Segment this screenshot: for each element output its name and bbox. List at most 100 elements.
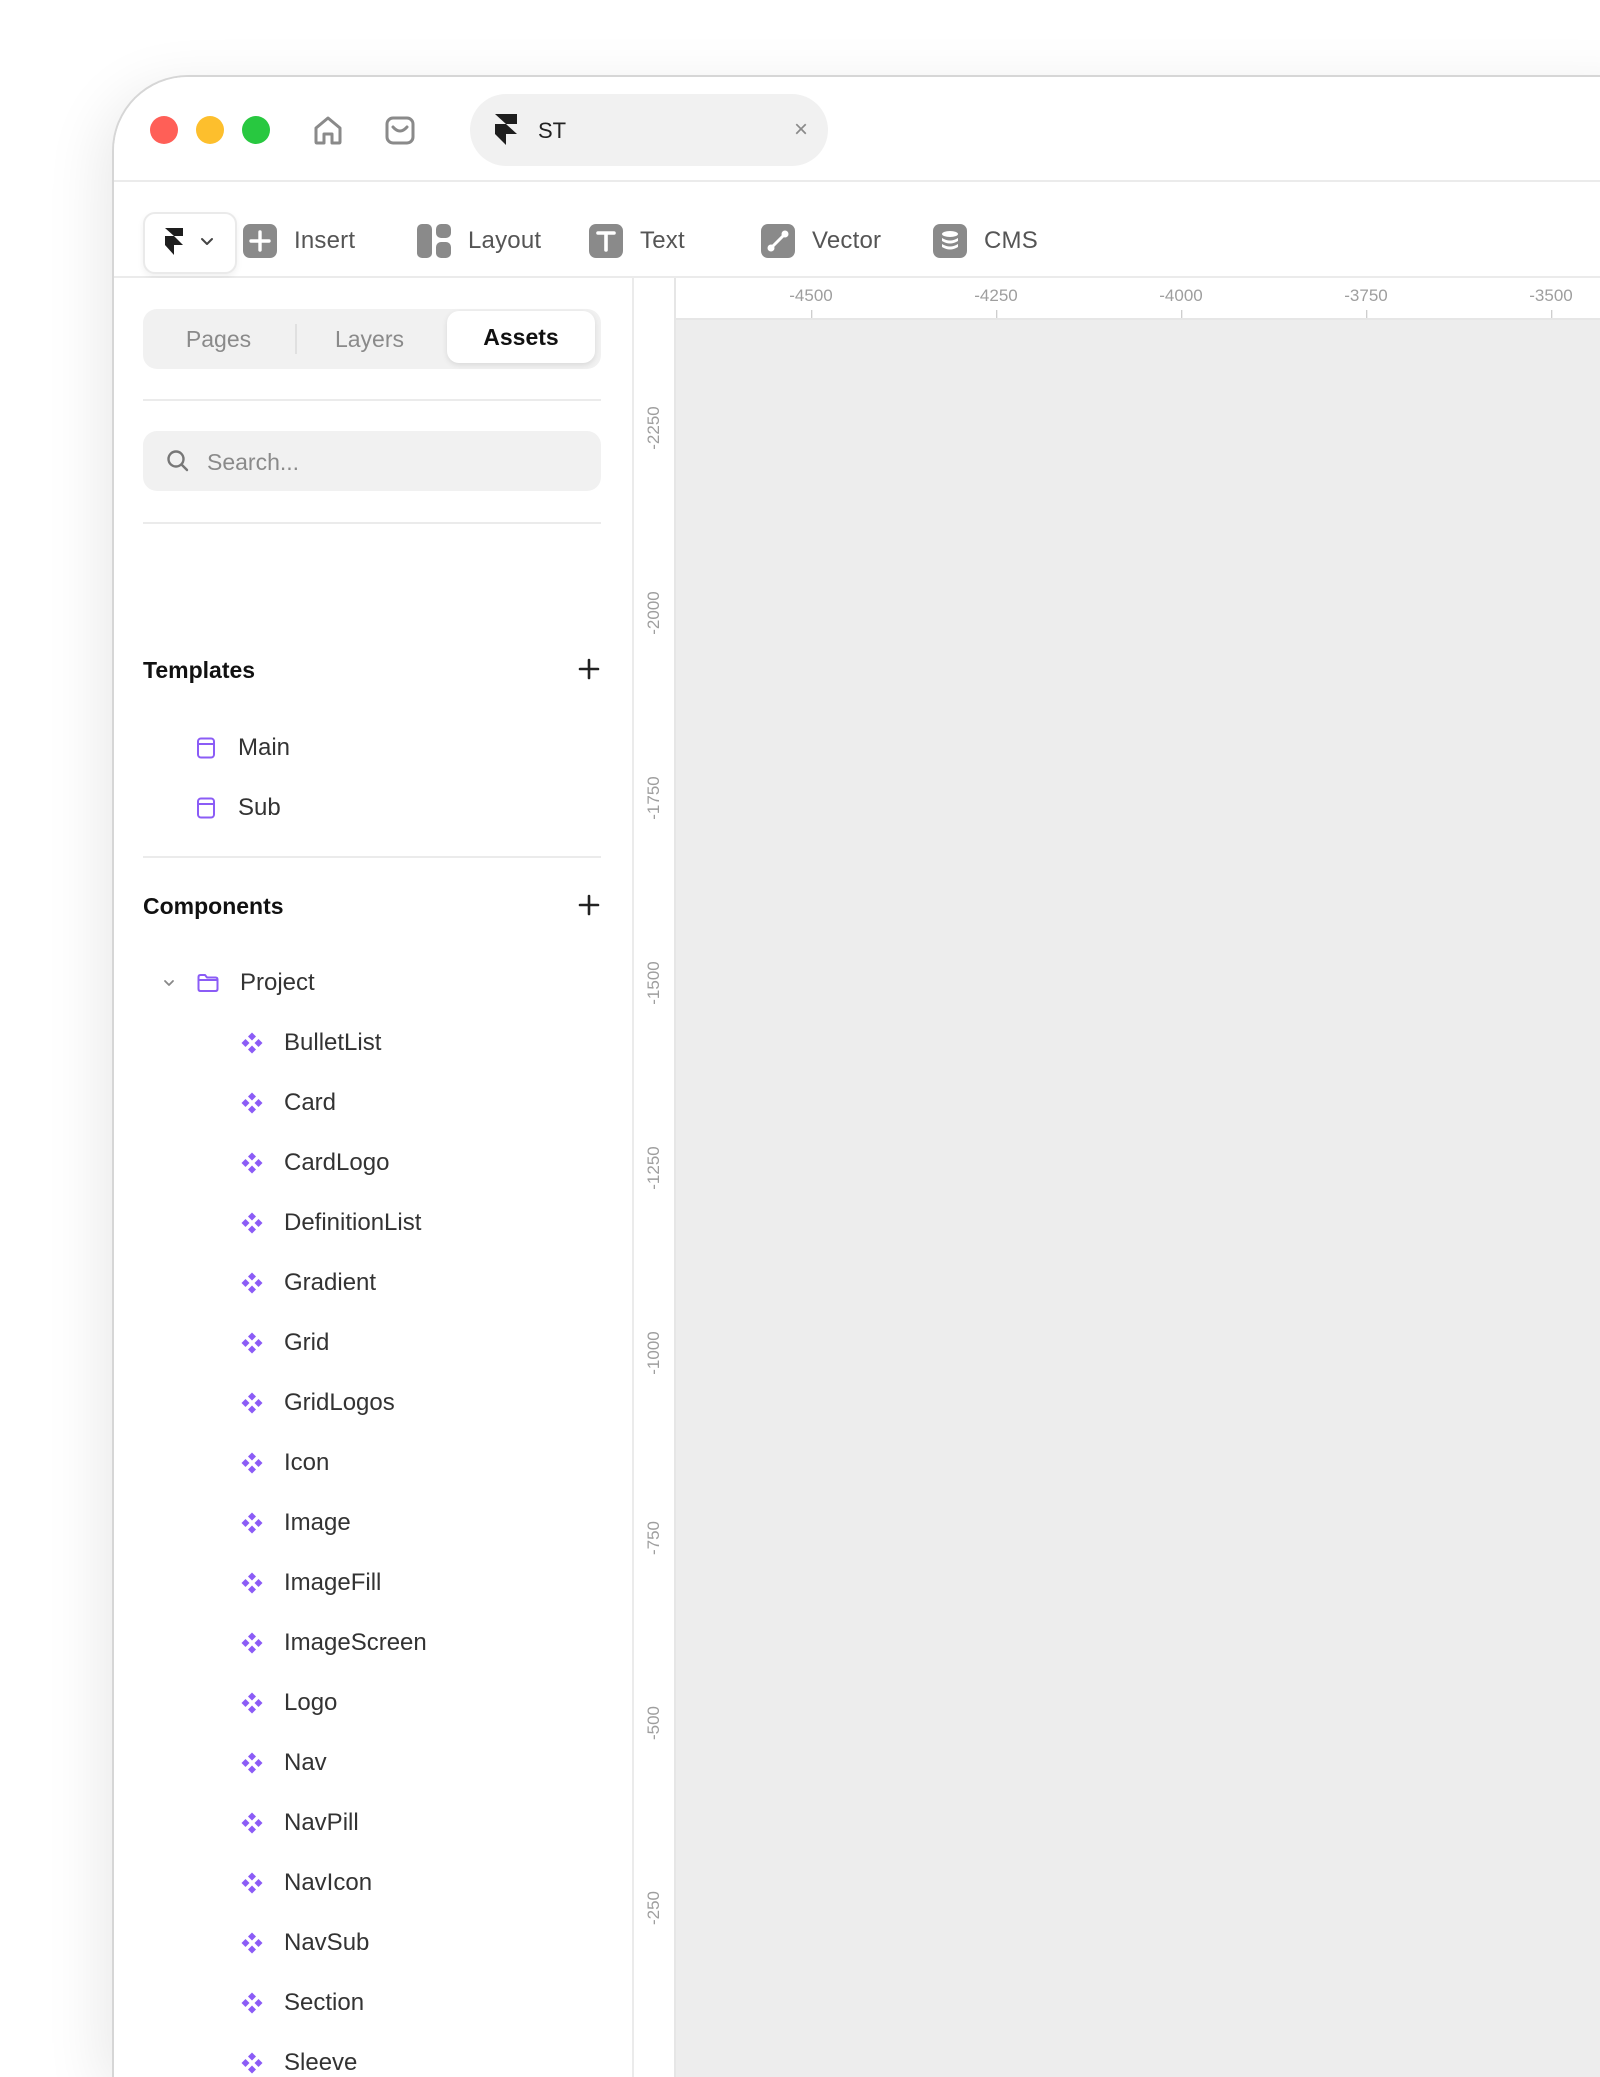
ruler-tick-label: -2250 xyxy=(644,406,663,450)
component-icon xyxy=(241,1332,263,1354)
component-icon xyxy=(241,1632,263,1654)
component-item-label: CardLogo xyxy=(284,1149,390,1176)
folder-icon xyxy=(197,974,219,992)
ruler-tick-label: -4500 xyxy=(789,286,833,318)
ruler-tick-label: -1250 xyxy=(644,1146,663,1190)
component-item[interactable]: GridLogos xyxy=(240,1383,395,1423)
toolbar-text-button[interactable]: Text xyxy=(588,221,685,261)
framer-logo-icon xyxy=(165,228,183,255)
ruler-tick-label: -500 xyxy=(644,1705,663,1741)
component-item[interactable]: Nav xyxy=(240,1743,327,1783)
app-window: ST × Insert Layout Text Vector CMS Pages… xyxy=(112,75,1600,2077)
add-component-icon[interactable] xyxy=(576,892,602,918)
component-item-label: NavPill xyxy=(284,1809,359,1836)
component-icon xyxy=(241,1932,263,1954)
component-item-label: Sleeve xyxy=(284,2049,358,2076)
toolbar-insert-button[interactable]: Insert xyxy=(242,221,355,261)
close-tab-icon[interactable]: × xyxy=(794,116,808,144)
close-window-button[interactable] xyxy=(150,116,178,144)
ruler-tick-label: -2000 xyxy=(644,591,663,635)
divider xyxy=(143,856,601,858)
component-icon xyxy=(241,1872,263,1894)
component-item-label: NavIcon xyxy=(284,1869,373,1896)
design-canvas[interactable]: -4750-4500-4250-4000-3750-3500 -2250-200… xyxy=(634,278,1600,2077)
component-icon xyxy=(241,1512,263,1534)
tab-assets[interactable]: Assets xyxy=(447,311,595,363)
ruler-tick-label: -1500 xyxy=(644,961,663,1005)
search-input[interactable] xyxy=(205,431,589,493)
components-title: Components xyxy=(143,893,284,919)
component-item[interactable]: ImageFill xyxy=(240,1563,381,1603)
ruler-tick-label: -4250 xyxy=(974,286,1018,318)
ruler-tick-label: -3750 xyxy=(1344,286,1388,318)
component-item-label: Image xyxy=(284,1509,351,1536)
component-icon xyxy=(241,1572,263,1594)
template-item-label: Main xyxy=(238,734,291,761)
component-item[interactable]: Gradient xyxy=(240,1263,376,1303)
document-tab[interactable]: ST × xyxy=(470,94,828,166)
template-item[interactable]: Sub xyxy=(194,788,281,828)
component-icon xyxy=(241,1452,263,1474)
component-item[interactable]: Grid xyxy=(240,1323,329,1363)
toolbar-vector-label: Vector xyxy=(812,227,882,254)
component-item-label: GridLogos xyxy=(284,1389,395,1416)
component-icon xyxy=(241,1152,263,1174)
component-item[interactable]: Section xyxy=(240,1983,364,2023)
component-icon xyxy=(241,1752,263,1774)
toolbar-vector-button[interactable]: Vector xyxy=(760,221,881,261)
component-item[interactable]: Icon xyxy=(240,1443,329,1483)
component-item[interactable]: Image xyxy=(240,1503,351,1543)
maximize-window-button[interactable] xyxy=(242,116,270,144)
search-icon xyxy=(167,450,189,472)
app-menu-button[interactable] xyxy=(143,212,237,274)
home-icon[interactable] xyxy=(310,112,346,148)
ruler-tick-label: -750 xyxy=(644,1520,663,1556)
tab-layers[interactable]: Layers xyxy=(294,309,445,369)
toolbar-cms-button[interactable]: CMS xyxy=(932,221,1038,261)
search-box xyxy=(143,431,601,493)
sidebar-tabs: Pages Layers Assets xyxy=(143,309,601,369)
component-icon xyxy=(241,1032,263,1054)
assets-sidebar: Pages Layers Assets Templates Main Sub Co… xyxy=(114,278,634,2077)
inbox-icon[interactable] xyxy=(382,112,418,148)
toolbar-layout-button[interactable]: Layout xyxy=(416,221,541,261)
main-toolbar: Insert Layout Text Vector CMS xyxy=(114,182,1600,278)
component-item[interactable]: NavPill xyxy=(240,1803,359,1843)
tab-pages[interactable]: Pages xyxy=(143,309,294,369)
template-icon xyxy=(197,737,215,759)
component-item[interactable]: CardLogo xyxy=(240,1143,389,1183)
ruler-tick-label: -3500 xyxy=(1529,286,1573,318)
toolbar-layout-label: Layout xyxy=(468,227,542,254)
text-icon xyxy=(589,224,623,258)
database-icon xyxy=(933,224,967,258)
component-item[interactable]: DefinitionList xyxy=(240,1203,421,1243)
template-item[interactable]: Main xyxy=(194,728,290,768)
component-item[interactable]: Logo xyxy=(240,1683,337,1723)
ruler-tick-label: -1750 xyxy=(644,776,663,820)
chevron-down-icon[interactable] xyxy=(162,976,176,990)
add-template-icon[interactable] xyxy=(576,656,602,682)
vertical-ruler: -2250 -2000 -1750 -1500 -1250 -1000 -750 -500 -2… xyxy=(634,278,676,2077)
component-item[interactable]: ImageScreen xyxy=(240,1623,427,1663)
component-icon xyxy=(241,2052,263,2074)
minimize-window-button[interactable] xyxy=(196,116,224,144)
component-item[interactable]: Card xyxy=(240,1083,336,1123)
folder-project-label: Project xyxy=(240,969,315,996)
templates-title: Templates xyxy=(143,657,256,683)
plus-icon xyxy=(243,224,277,258)
toolbar-text-label: Text xyxy=(640,227,685,254)
component-icon xyxy=(241,1092,263,1114)
component-item[interactable]: NavIcon xyxy=(240,1863,372,1903)
folder-project[interactable]: Project xyxy=(162,963,315,1003)
ruler-tick-label: -250 xyxy=(644,1890,663,1926)
divider xyxy=(143,522,601,524)
component-item[interactable]: Sleeve xyxy=(240,2043,357,2077)
component-item[interactable]: NavSub xyxy=(240,1923,369,1963)
component-icon xyxy=(241,1272,263,1294)
component-item-label: Grid xyxy=(284,1329,330,1356)
component-item-label: Nav xyxy=(284,1749,327,1776)
component-item[interactable]: BulletList xyxy=(240,1023,381,1063)
component-item-label: Gradient xyxy=(284,1269,377,1296)
divider xyxy=(143,399,601,401)
title-bar: ST × xyxy=(114,77,1600,182)
